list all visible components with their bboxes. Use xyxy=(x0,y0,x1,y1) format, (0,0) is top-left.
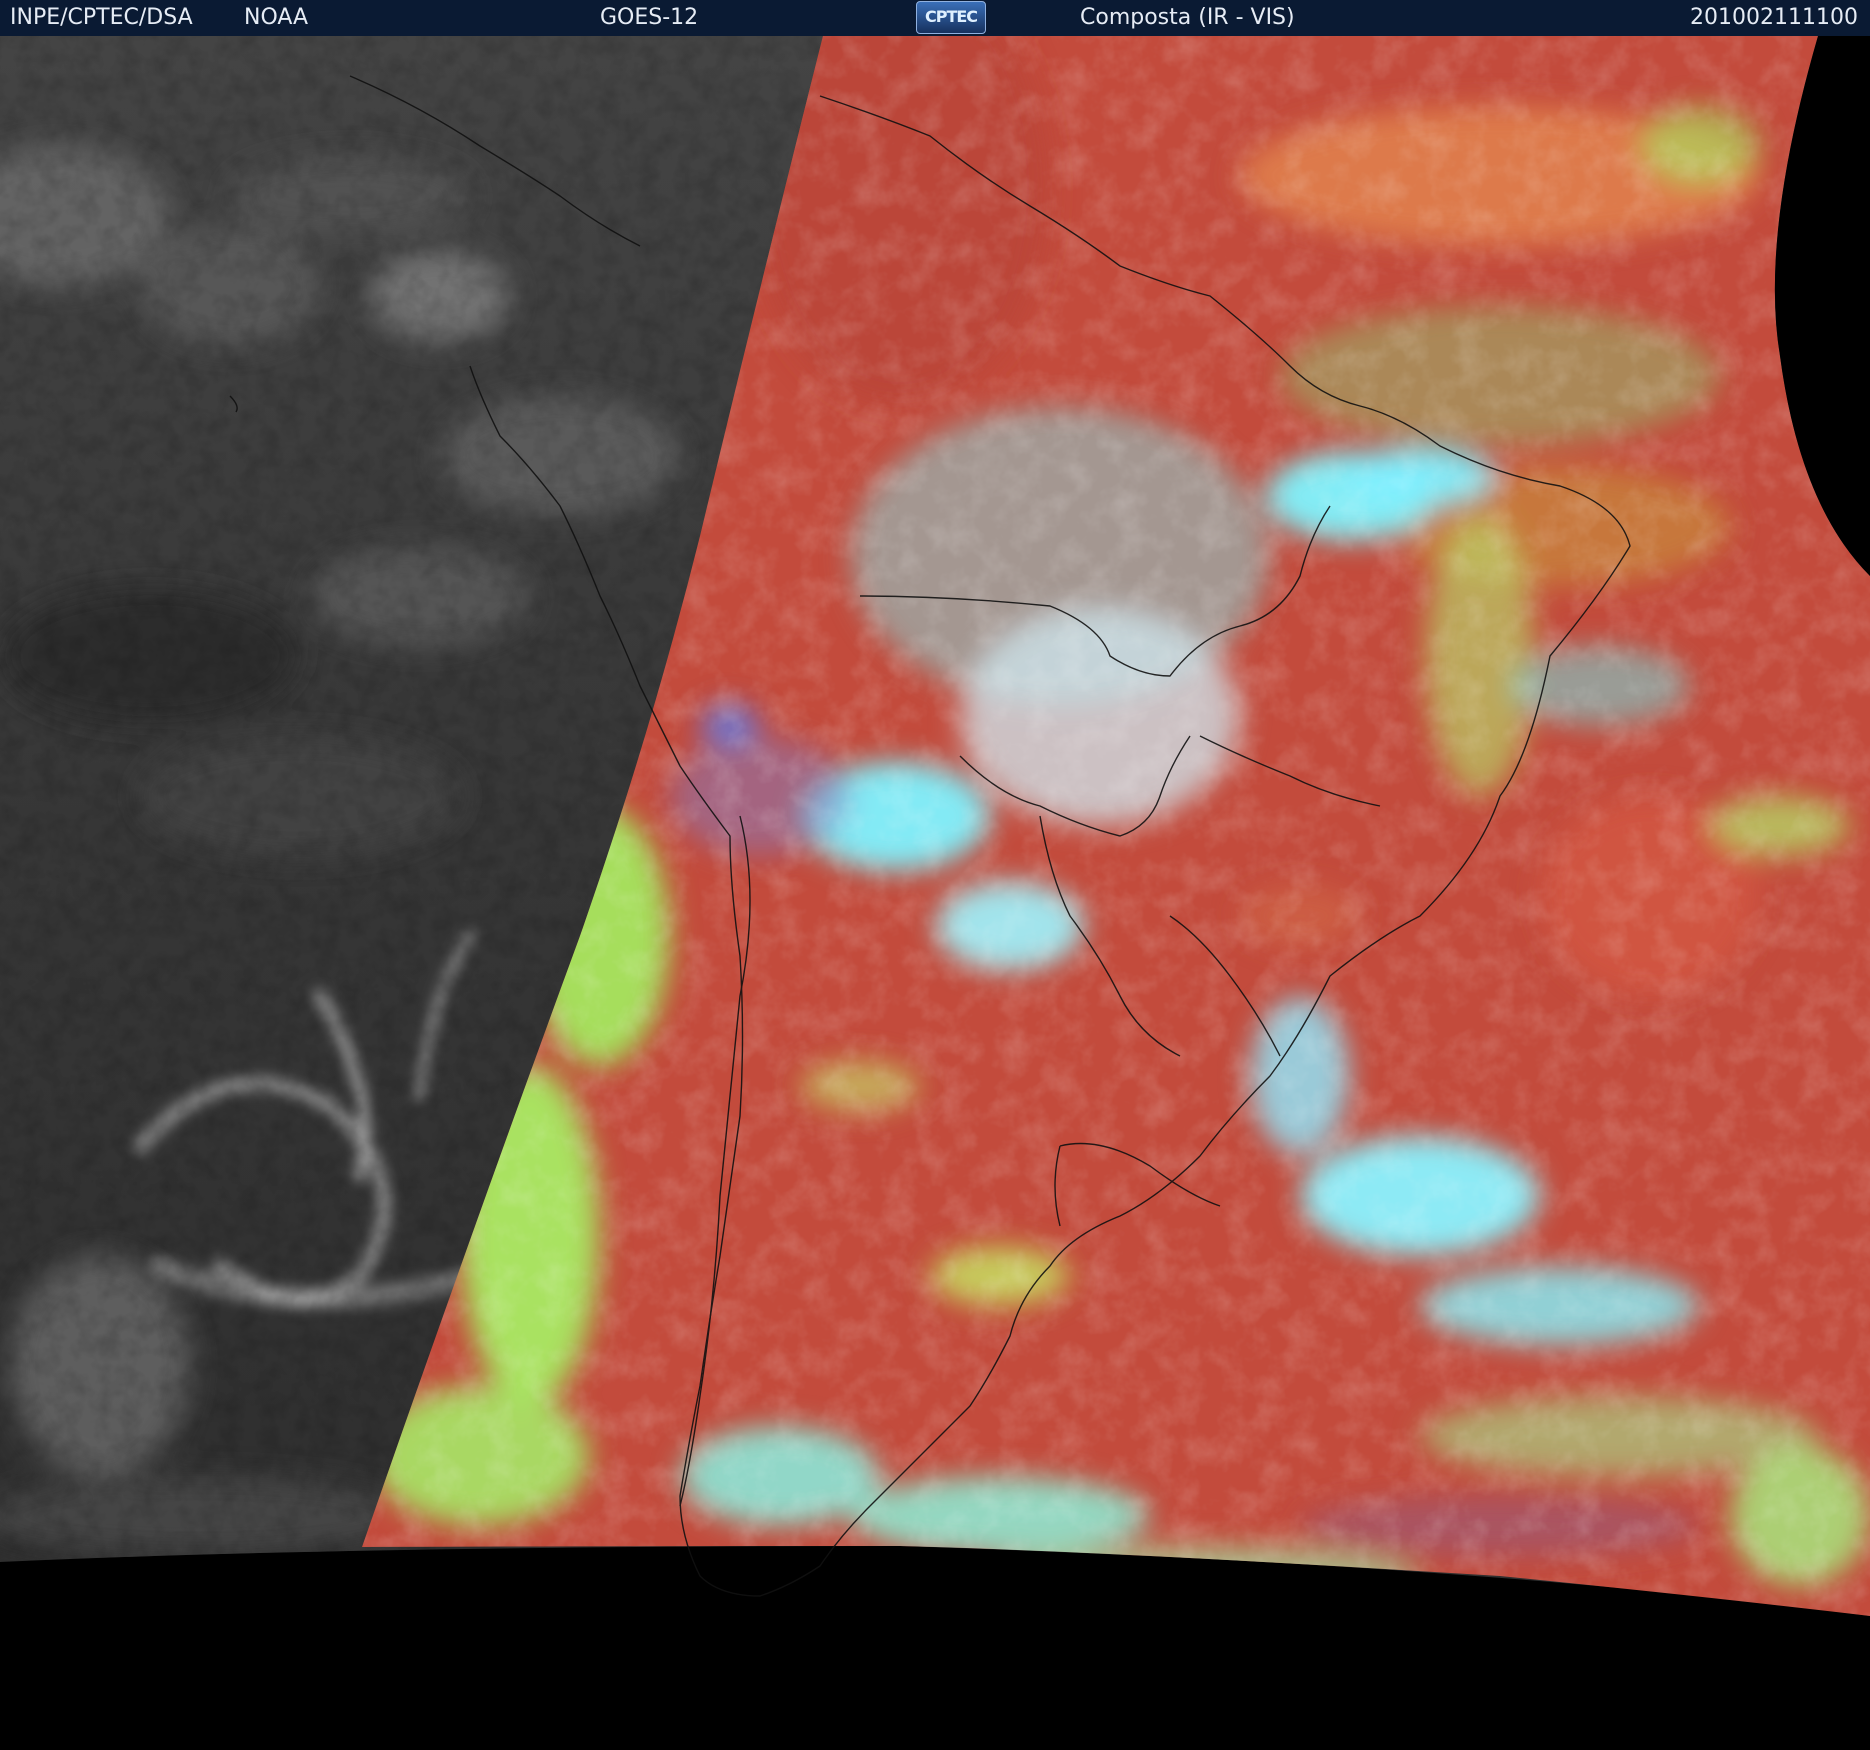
timestamp-label: 201002111100 xyxy=(1690,5,1858,30)
cptec-logo-text: CPTEC xyxy=(924,7,978,26)
institute-label: INPE/CPTEC/DSA xyxy=(10,5,193,30)
satellite-composite-image xyxy=(0,36,1870,1750)
product-label: Composta (IR - VIS) xyxy=(1080,5,1295,30)
agency-label: NOAA xyxy=(244,5,309,30)
satellite-label: GOES-12 xyxy=(600,5,699,30)
header-bar: INPE/CPTEC/DSA NOAA GOES-12 CPTEC Compos… xyxy=(0,0,1870,37)
cptec-logo: CPTEC xyxy=(916,1,986,34)
satellite-image-frame: INPE/CPTEC/DSA NOAA GOES-12 CPTEC Compos… xyxy=(0,0,1870,1750)
